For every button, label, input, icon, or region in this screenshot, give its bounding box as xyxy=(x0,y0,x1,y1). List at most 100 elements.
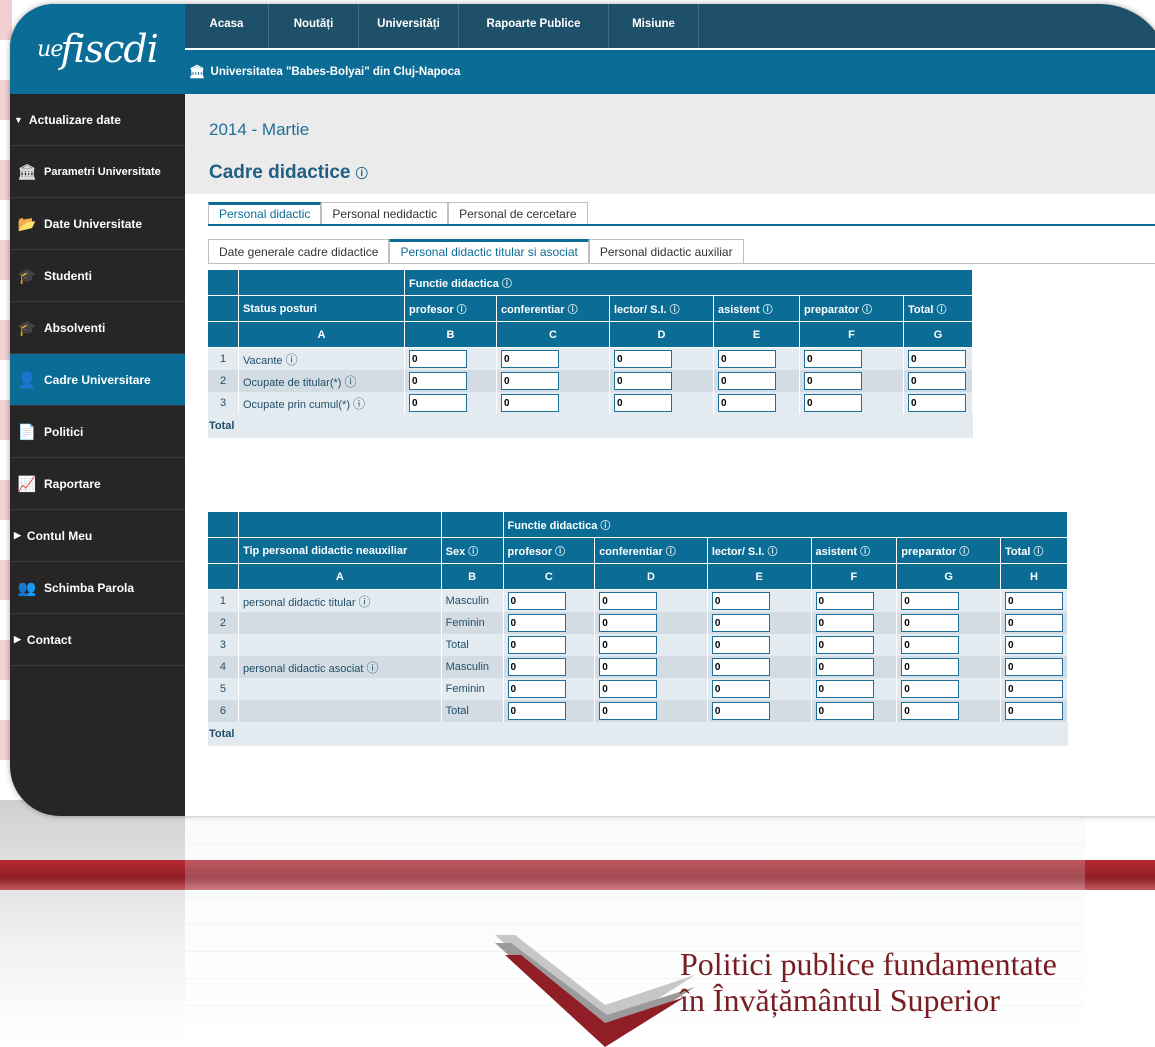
cell-input[interactable] xyxy=(901,636,960,654)
cell-input[interactable] xyxy=(507,636,566,654)
sidebar-item-absolventi[interactable]: 🎓 Absolventi xyxy=(10,302,185,354)
cell-input[interactable] xyxy=(614,394,672,412)
cell-input[interactable] xyxy=(901,592,960,610)
cell-input[interactable] xyxy=(1004,702,1063,720)
cell-input[interactable] xyxy=(501,372,559,390)
tab-didactic-auxiliar[interactable]: Personal didactic auxiliar xyxy=(588,239,744,263)
cell-input[interactable] xyxy=(815,658,874,676)
cell-input[interactable] xyxy=(599,636,658,654)
sidebar-item-date-universitate[interactable]: 📂 Date Universitate xyxy=(10,198,185,250)
info-icon[interactable]: ⓘ xyxy=(568,305,578,316)
cell-input[interactable] xyxy=(409,350,467,368)
sidebar-item-actualizare-date[interactable]: ▼ Actualizare date xyxy=(10,94,185,146)
cell-input[interactable] xyxy=(718,350,776,368)
cell-input[interactable] xyxy=(599,658,658,676)
sidebar-item-studenti[interactable]: 🎓 Studenti xyxy=(10,250,185,302)
cell-input[interactable] xyxy=(507,680,566,698)
cell-input[interactable] xyxy=(501,394,559,412)
cell-input[interactable] xyxy=(815,592,874,610)
cell-input[interactable] xyxy=(1004,658,1063,676)
cell-input[interactable] xyxy=(1004,636,1063,654)
menu-universitati[interactable]: Universități xyxy=(359,4,459,48)
cell-input[interactable] xyxy=(901,658,960,676)
info-icon[interactable]: ⓘ xyxy=(555,547,565,558)
info-icon[interactable]: ⓘ xyxy=(862,305,872,316)
cell-input[interactable] xyxy=(507,614,566,632)
cell-input[interactable] xyxy=(901,702,960,720)
sidebar-item-contact[interactable]: ▶ Contact xyxy=(10,614,185,666)
cell-input[interactable] xyxy=(599,702,658,720)
menu-misiune[interactable]: Misiune xyxy=(609,4,699,48)
cell-input[interactable] xyxy=(711,636,770,654)
cell-input[interactable] xyxy=(711,658,770,676)
sidebar-item-contul-meu[interactable]: ▶ Contul Meu xyxy=(10,510,185,562)
cell-input[interactable] xyxy=(711,614,770,632)
cell-input[interactable] xyxy=(804,350,862,368)
tab-personal-de-cercetare[interactable]: Personal de cercetare xyxy=(448,202,588,224)
info-icon[interactable]: ⓘ xyxy=(936,305,946,316)
info-icon[interactable]: ⓘ xyxy=(457,305,467,316)
info-icon[interactable]: ⓘ xyxy=(959,547,969,558)
column-letter: G xyxy=(897,564,1001,590)
info-icon[interactable]: ⓘ xyxy=(502,279,512,290)
cell-input[interactable] xyxy=(718,372,776,390)
info-icon[interactable]: ⓘ xyxy=(353,397,365,411)
tab-date-generale[interactable]: Date generale cadre didactice xyxy=(208,239,390,263)
cell-input[interactable] xyxy=(815,636,874,654)
cell-input[interactable] xyxy=(507,592,566,610)
cell-input[interactable] xyxy=(1004,680,1063,698)
cell-input[interactable] xyxy=(815,614,874,632)
cell-input[interactable] xyxy=(507,702,566,720)
info-icon[interactable]: ⓘ xyxy=(359,595,371,609)
info-icon[interactable]: ⓘ xyxy=(600,521,610,532)
cell-input[interactable] xyxy=(614,372,672,390)
menu-rapoarte-publice[interactable]: Rapoarte Publice xyxy=(459,4,609,48)
cell-input[interactable] xyxy=(501,350,559,368)
sidebar-item-politici[interactable]: 📄 Politici xyxy=(10,406,185,458)
cell-input[interactable] xyxy=(507,658,566,676)
sidebar-item-cadre-universitare[interactable]: 👤 Cadre Universitare xyxy=(10,354,185,406)
column-header: conferentiar ⓘ xyxy=(497,296,610,322)
cell-input[interactable] xyxy=(599,614,658,632)
cell-input[interactable] xyxy=(908,350,966,368)
tab-titular-asociat[interactable]: Personal didactic titular si asociat xyxy=(389,239,589,263)
sidebar-item-schimba-parola[interactable]: 👥 Schimba Parola xyxy=(10,562,185,614)
uefiscdi-logo[interactable]: ue fiscdi xyxy=(10,4,185,94)
tab-personal-didactic[interactable]: Personal didactic xyxy=(208,202,322,224)
sidebar-item-parametri-universitate[interactable]: 🏛 Parametri Universitate xyxy=(10,146,185,198)
cell-input[interactable] xyxy=(901,614,960,632)
cell-input[interactable] xyxy=(1004,614,1063,632)
cell-input[interactable] xyxy=(804,394,862,412)
cell-input[interactable] xyxy=(908,394,966,412)
cell-input[interactable] xyxy=(908,372,966,390)
info-icon[interactable]: ⓘ xyxy=(670,305,680,316)
info-icon[interactable]: ⓘ xyxy=(860,547,870,558)
cell-input[interactable] xyxy=(614,350,672,368)
cell-input[interactable] xyxy=(901,680,960,698)
cell-input[interactable] xyxy=(599,680,658,698)
sidebar-item-raportare[interactable]: 📈 Raportare xyxy=(10,458,185,510)
info-icon[interactable]: ⓘ xyxy=(666,547,676,558)
cell-input[interactable] xyxy=(711,702,770,720)
menu-noutati[interactable]: Noutăți xyxy=(269,4,359,48)
cell-input[interactable] xyxy=(711,680,770,698)
info-icon[interactable]: ⓘ xyxy=(468,547,478,558)
info-icon[interactable]: ⓘ xyxy=(286,353,298,367)
info-icon[interactable]: ⓘ xyxy=(767,547,777,558)
cell-input[interactable] xyxy=(409,394,467,412)
cell-input[interactable] xyxy=(815,680,874,698)
info-icon[interactable]: ⓘ xyxy=(344,375,356,389)
cell-input[interactable] xyxy=(815,702,874,720)
info-icon[interactable]: ⓘ xyxy=(366,661,378,675)
cell-input[interactable] xyxy=(1004,592,1063,610)
info-icon[interactable]: ⓘ xyxy=(356,166,368,180)
tab-personal-nedidactic[interactable]: Personal nedidactic xyxy=(321,202,449,224)
cell-input[interactable] xyxy=(599,592,658,610)
cell-input[interactable] xyxy=(804,372,862,390)
menu-acasa[interactable]: Acasa xyxy=(185,4,269,48)
cell-input[interactable] xyxy=(711,592,770,610)
cell-input[interactable] xyxy=(409,372,467,390)
cell-input[interactable] xyxy=(718,394,776,412)
info-icon[interactable]: ⓘ xyxy=(763,305,773,316)
info-icon[interactable]: ⓘ xyxy=(1033,547,1043,558)
